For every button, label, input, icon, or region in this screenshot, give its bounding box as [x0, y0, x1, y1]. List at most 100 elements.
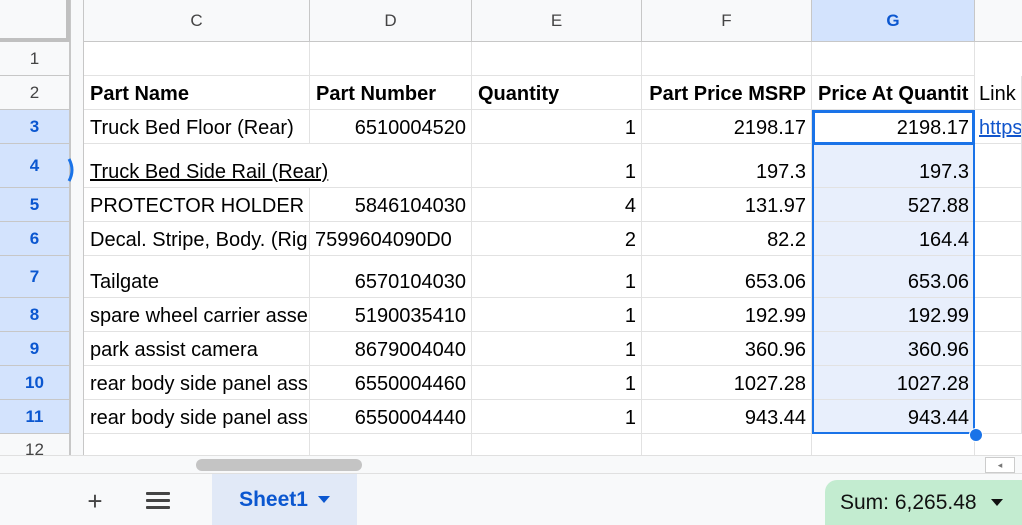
cell-link[interactable] [975, 188, 1022, 222]
cell-msrp[interactable]: 360.96 [642, 332, 812, 366]
cell-msrp[interactable]: 1027.28 [642, 366, 812, 400]
cell-e2[interactable]: Quantity [472, 76, 642, 110]
cell-part-name[interactable]: Truck Bed Floor (Rear) [84, 110, 310, 144]
cell-price-at-quantity[interactable]: 192.99 [812, 298, 975, 332]
cell-quantity[interactable]: 1 [472, 366, 642, 400]
cell-f2[interactable]: Part Price MSRP [642, 76, 812, 110]
cell-d12[interactable] [310, 434, 472, 455]
cell-msrp[interactable]: 82.2 [642, 222, 812, 256]
row-header-1[interactable]: 1 [0, 42, 70, 76]
all-sheets-icon[interactable] [146, 492, 170, 510]
row-header-10[interactable]: 10 [0, 366, 70, 400]
cell-g2[interactable]: Price At Quantit [812, 76, 975, 110]
row-header-8[interactable]: 8 [0, 298, 70, 332]
cell-msrp[interactable]: 131.97 [642, 188, 812, 222]
select-all-corner[interactable] [0, 0, 70, 42]
dropdown-caret-icon[interactable] [990, 499, 1003, 506]
cell-part-name[interactable]: rear body side panel ass [84, 400, 310, 434]
scrollbar-thumb[interactable] [196, 459, 362, 471]
row-header-2[interactable]: 2 [0, 76, 70, 110]
cell-price-at-quantity[interactable]: 943.44 [812, 400, 975, 434]
cell-h2[interactable]: Link [975, 76, 1022, 110]
column-header-c[interactable]: C [84, 0, 310, 42]
cell-part-number[interactable]: 6550004460 [310, 366, 472, 400]
dropdown-caret-icon[interactable] [317, 496, 330, 503]
cell-part-name[interactable]: Decal. Stripe, Body. (Rig [84, 222, 310, 256]
add-sheet-icon[interactable]: + [80, 486, 110, 516]
column-header-f[interactable]: F [642, 0, 812, 42]
cell-part-name[interactable]: spare wheel carrier asse [84, 298, 310, 332]
cell-price-at-quantity[interactable]: 2198.17 [812, 110, 975, 144]
cell-price-at-quantity[interactable]: 527.88 [812, 188, 975, 222]
row-header-5[interactable]: 5 [0, 188, 70, 222]
cell-quantity[interactable]: 1 [472, 332, 642, 366]
cell-price-at-quantity[interactable]: 1027.28 [812, 366, 975, 400]
cell-part-number[interactable]: 5190035410 [310, 298, 472, 332]
cell-quantity[interactable]: 1 [472, 256, 642, 298]
row-header-7[interactable]: 7 [0, 256, 70, 298]
cell-f12[interactable] [642, 434, 812, 455]
cell-part-number[interactable]: 5846104030 [310, 188, 472, 222]
cell-quantity[interactable]: 1 [472, 144, 642, 188]
cell-link[interactable] [975, 256, 1022, 298]
cell-quantity[interactable]: 1 [472, 400, 642, 434]
frozen-column-divider[interactable] [70, 0, 84, 455]
cell-c1[interactable] [84, 42, 310, 76]
cell-link[interactable] [975, 400, 1022, 434]
tab-sheet1[interactable]: Sheet1 [212, 474, 357, 525]
cell-part-number[interactable]: 8679004040 [310, 332, 472, 366]
column-header-g[interactable]: G [812, 0, 975, 42]
column-header-h[interactable] [975, 0, 1022, 42]
cell-part-number[interactable]: 6570104030 [310, 256, 472, 298]
cell-e1[interactable] [472, 42, 642, 76]
cell-msrp[interactable]: 192.99 [642, 298, 812, 332]
cell-quantity[interactable]: 1 [472, 110, 642, 144]
cell-link[interactable] [975, 222, 1022, 256]
cell-msrp[interactable]: 653.06 [642, 256, 812, 298]
column-header-e[interactable]: E [472, 0, 642, 42]
cell-quantity[interactable]: 2 [472, 222, 642, 256]
cell-c12[interactable] [84, 434, 310, 455]
cell-f1[interactable] [642, 42, 812, 76]
cell-quantity[interactable]: 4 [472, 188, 642, 222]
row-header-9[interactable]: 9 [0, 332, 70, 366]
cell-price-at-quantity[interactable]: 164.4 [812, 222, 975, 256]
cell-part-name[interactable]: PROTECTOR HOLDER [84, 188, 310, 222]
cell-price-at-quantity[interactable]: 197.3 [812, 144, 975, 188]
spreadsheet-grid[interactable]: C D E F G 1 2 3 4 5 6 7 8 9 10 11 12 Par… [0, 0, 1022, 455]
cell-part-name[interactable]: rear body side panel ass [84, 366, 310, 400]
cell-msrp[interactable]: 197.3 [642, 144, 812, 188]
fill-handle[interactable] [969, 428, 983, 442]
cell-e12[interactable] [472, 434, 642, 455]
cell-price-at-quantity[interactable]: 653.06 [812, 256, 975, 298]
cell-msrp[interactable]: 943.44 [642, 400, 812, 434]
cell-g1[interactable] [812, 42, 975, 76]
cell-g12[interactable] [812, 434, 975, 455]
horizontal-scrollbar[interactable]: ◂ [0, 455, 1022, 474]
sum-indicator[interactable]: Sum: 6,265.48 [825, 480, 1022, 525]
cell-part-name[interactable]: Tailgate [84, 256, 310, 298]
cell-link[interactable]: https [975, 110, 1022, 144]
cell-part-name[interactable]: Truck Bed Side Rail (Rear) [84, 144, 472, 188]
row-header-6[interactable]: 6 [0, 222, 70, 256]
row-header-12[interactable]: 12 [0, 434, 70, 455]
cell-part-number[interactable]: 6510004520 [310, 110, 472, 144]
row-header-3[interactable]: 3 [0, 110, 70, 144]
cell-quantity[interactable]: 1 [472, 298, 642, 332]
cell-link[interactable] [975, 298, 1022, 332]
column-header-d[interactable]: D [310, 0, 472, 42]
scroll-right-icon[interactable]: ◂ [985, 457, 1015, 473]
cell-d2[interactable]: Part Number [310, 76, 472, 110]
row-header-4[interactable]: 4 [0, 144, 70, 188]
cell-part-number[interactable]: 6550004440 [310, 400, 472, 434]
cell-link[interactable] [975, 144, 1022, 188]
cell-link[interactable] [975, 332, 1022, 366]
cell-part-number[interactable]: 7599604090D0 [310, 222, 472, 256]
row-header-11[interactable]: 11 [0, 400, 70, 434]
cell-link[interactable] [975, 366, 1022, 400]
cell-part-name[interactable]: park assist camera [84, 332, 310, 366]
cell-price-at-quantity[interactable]: 360.96 [812, 332, 975, 366]
cell-c2[interactable]: Part Name [84, 76, 310, 110]
cell-msrp[interactable]: 2198.17 [642, 110, 812, 144]
cell-d1[interactable] [310, 42, 472, 76]
